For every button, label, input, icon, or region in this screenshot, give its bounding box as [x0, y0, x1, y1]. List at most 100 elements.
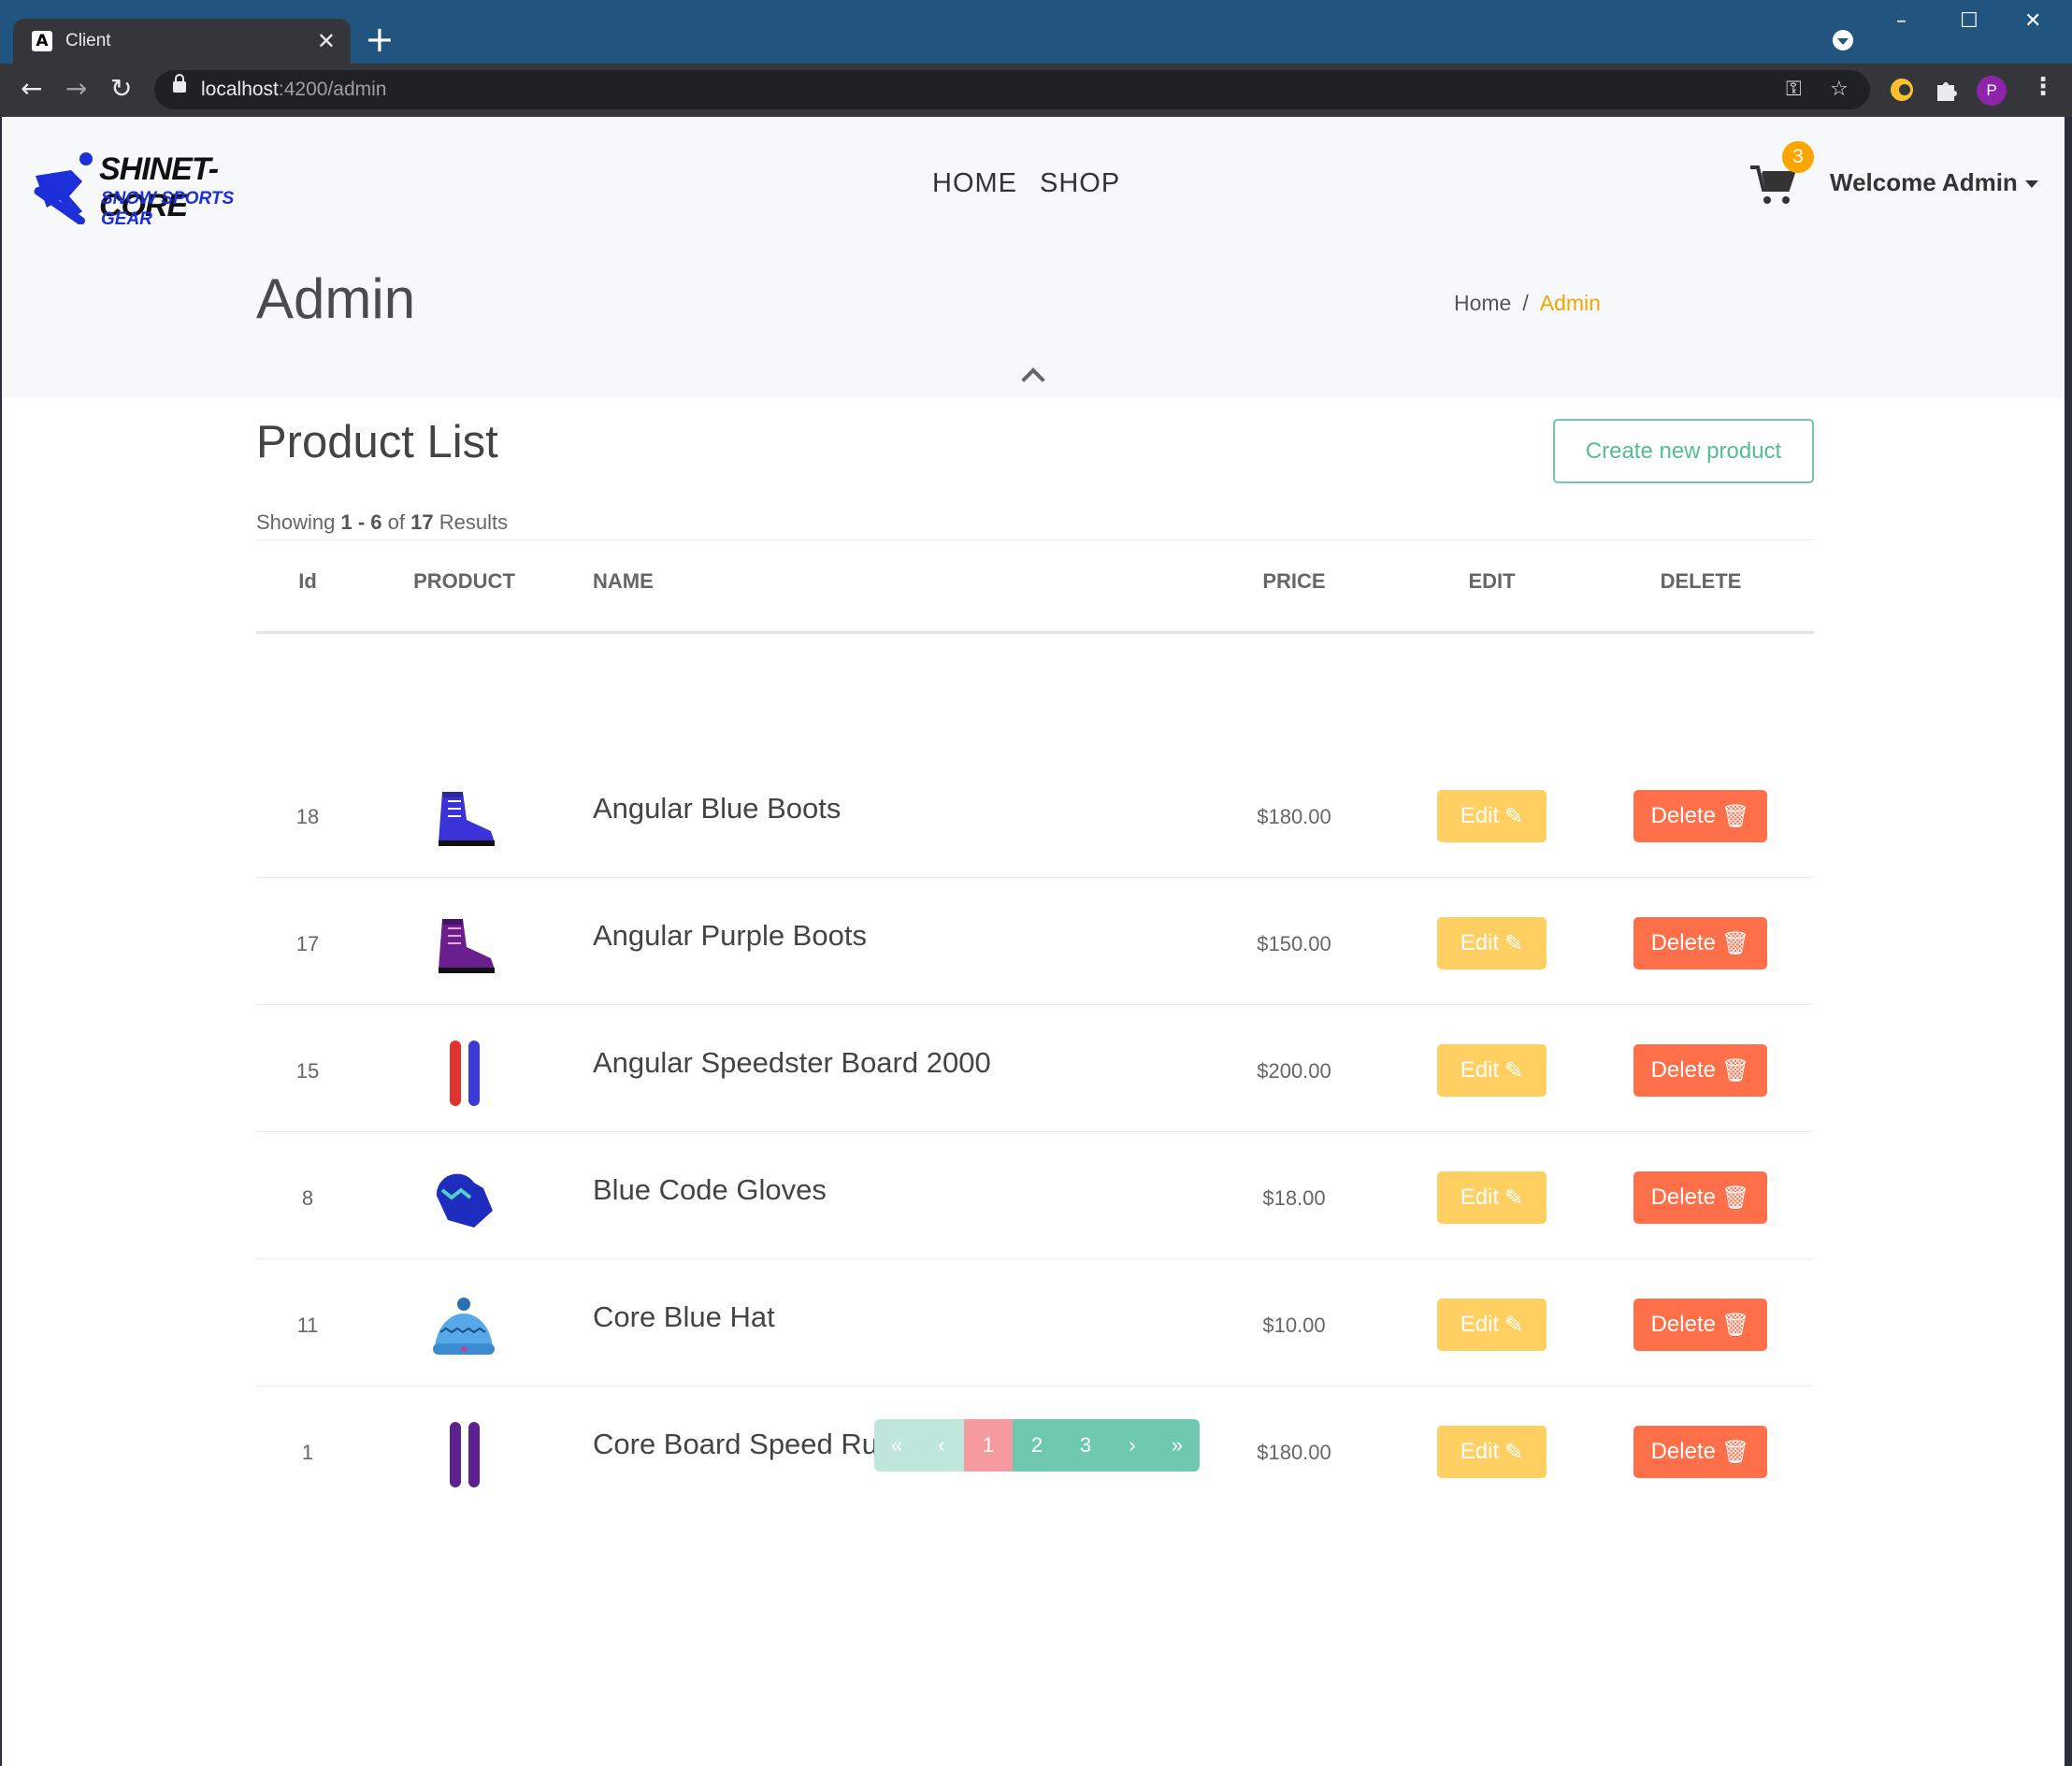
star-icon[interactable]: ☆: [1830, 78, 1849, 101]
trash-icon: 🗑: [1720, 803, 1750, 829]
edit-icon: ✎: [1504, 1057, 1524, 1084]
delete-button[interactable]: Delete 🗑: [1633, 1171, 1767, 1224]
more-menu-icon[interactable]: ⋮: [2031, 73, 2055, 101]
puzzle-icon[interactable]: [1934, 77, 1960, 103]
close-window-button[interactable]: ✕: [2024, 9, 2041, 33]
browser-toolbar: ← → ↻ localhost:4200/admin ⚿ ☆ P ⋮: [0, 64, 2072, 117]
purple-boot-icon: [439, 919, 495, 973]
results-summary: Showing 1 - 6 of 17 Results: [256, 510, 509, 534]
lock-icon: [173, 74, 186, 93]
page-3-button[interactable]: 3: [1061, 1419, 1110, 1472]
logo-subtitle: SNOW SPORTS GEAR: [101, 189, 235, 229]
column-product: PRODUCT: [413, 569, 515, 593]
breadcrumb-current: Admin: [1539, 291, 1601, 315]
product-id: 15: [295, 1059, 320, 1083]
page-header: SHINET-CORE SNOW SPORTS GEAR HOME SHOP 3…: [2, 117, 2065, 397]
site-logo[interactable]: SHINET-CORE SNOW SPORTS GEAR: [28, 150, 290, 229]
product-price: $180.00: [1257, 1441, 1331, 1464]
edit-button[interactable]: Edit ✎: [1437, 917, 1547, 969]
column-delete: DELETE: [1660, 569, 1742, 593]
delete-button[interactable]: Delete 🗑: [1633, 790, 1767, 842]
column-id: Id: [298, 569, 317, 593]
product-name: Angular Purple Boots: [593, 919, 867, 952]
caret-down-icon: [2024, 180, 2038, 189]
column-price: PRICE: [1262, 569, 1326, 593]
divider: [256, 539, 1814, 540]
pagination: « ‹ 1 2 3 › »: [874, 1419, 1200, 1472]
trash-icon: 🗑: [1720, 1439, 1750, 1465]
edit-icon: ✎: [1504, 1312, 1524, 1338]
last-page-button[interactable]: »: [1155, 1419, 1200, 1472]
tab-title: Client: [65, 31, 111, 50]
tab-search-icon[interactable]: [1833, 30, 1853, 50]
edit-icon: ✎: [1504, 1439, 1524, 1465]
product-name: Angular Speedster Board 2000: [593, 1046, 991, 1079]
chevron-up-icon[interactable]: [1021, 367, 1045, 392]
extension-icon[interactable]: [1889, 77, 1915, 103]
product-id: 11: [296, 1314, 319, 1337]
edit-button[interactable]: Edit ✎: [1437, 1426, 1547, 1478]
product-list-title: Product List: [256, 417, 498, 467]
tab-close-icon[interactable]: ✕: [317, 28, 336, 54]
product-price: $200.00: [1257, 1059, 1331, 1083]
snowboarder-logo-icon: [34, 152, 93, 224]
trash-icon: 🗑: [1720, 1312, 1750, 1338]
minimize-button[interactable]: –: [1896, 9, 1907, 33]
delete-button[interactable]: Delete 🗑: [1633, 1044, 1767, 1097]
delete-button[interactable]: Delete 🗑: [1633, 1426, 1767, 1478]
header-divider: [256, 631, 1814, 634]
trash-icon: 🗑: [1720, 930, 1750, 956]
new-tab-button[interactable]: +: [365, 21, 395, 58]
column-edit: EDIT: [1468, 569, 1516, 593]
key-icon[interactable]: ⚿: [1786, 78, 1802, 101]
product-name: Blue Code Gloves: [593, 1173, 827, 1206]
column-name: NAME: [593, 569, 654, 593]
profile-avatar[interactable]: P: [1977, 76, 2007, 106]
forward-arrow-icon[interactable]: →: [65, 73, 87, 104]
browser-tab[interactable]: A Client ✕: [13, 19, 351, 64]
cart-count-badge: 3: [1782, 141, 1814, 173]
table-row: 8 Blue Code Gloves $18.00 Edit ✎ Delete 🗑: [256, 1132, 1814, 1259]
first-page-button[interactable]: «: [874, 1419, 919, 1472]
table-row: 18 Angular Blue Boots $180.00 Edit ✎ Dele…: [256, 751, 1814, 878]
page-2-button[interactable]: 2: [1013, 1419, 1061, 1472]
edit-icon: ✎: [1504, 930, 1524, 956]
edit-button[interactable]: Edit ✎: [1437, 1044, 1547, 1097]
breadcrumb-separator: /: [1522, 291, 1529, 315]
edit-icon: ✎: [1504, 803, 1524, 829]
product-name: Core Blue Hat: [593, 1300, 775, 1333]
maximize-button[interactable]: ☐: [1960, 9, 1978, 33]
product-price: $150.00: [1257, 932, 1331, 955]
nav-shop[interactable]: SHOP: [1040, 168, 1120, 199]
page-title: Admin: [256, 267, 416, 330]
reload-icon[interactable]: ↻: [110, 73, 132, 104]
page-1-button[interactable]: 1: [964, 1419, 1013, 1472]
table-row: 11 Core Blue Hat $10.00 Edit ✎ Delete 🗑: [256, 1259, 1814, 1386]
address-bar[interactable]: localhost:4200/admin ⚿ ☆: [154, 70, 1870, 109]
web-page: SHINET-CORE SNOW SPORTS GEAR HOME SHOP 3…: [2, 117, 2065, 1766]
breadcrumb-home[interactable]: Home: [1454, 291, 1511, 316]
browser-chrome: A Client ✕ + – ☐ ✕ ← → ↻ localhost:4200/…: [0, 0, 2072, 117]
blue-boot-icon: [439, 792, 495, 846]
back-arrow-icon[interactable]: ←: [21, 73, 42, 104]
table-row: 15 Angular Speedster Board 2000 $200.00 …: [256, 1005, 1814, 1132]
edit-button[interactable]: Edit ✎: [1437, 1171, 1547, 1224]
next-page-button[interactable]: ›: [1110, 1419, 1155, 1472]
table-row: 17 Angular Purple Boots $150.00 Edit ✎ De…: [256, 878, 1814, 1005]
delete-button[interactable]: Delete 🗑: [1633, 1299, 1767, 1351]
product-id: 17: [295, 932, 320, 955]
red-blue-board-icon: [450, 1041, 480, 1106]
previous-page-button[interactable]: ‹: [919, 1419, 964, 1472]
product-name: Angular Blue Boots: [593, 792, 842, 825]
nav-home[interactable]: HOME: [932, 168, 1017, 199]
user-menu[interactable]: Welcome Admin: [1830, 168, 2038, 197]
angular-favicon-icon: A: [32, 31, 52, 51]
glove-icon: [436, 1173, 493, 1228]
product-id: 1: [301, 1441, 314, 1464]
edit-button[interactable]: Edit ✎: [1437, 790, 1547, 842]
create-product-button[interactable]: Create new product: [1553, 419, 1814, 483]
trash-icon: 🗑: [1720, 1057, 1750, 1084]
edit-button[interactable]: Edit ✎: [1437, 1299, 1547, 1351]
delete-button[interactable]: Delete 🗑: [1633, 917, 1767, 969]
product-price: $180.00: [1257, 805, 1331, 828]
